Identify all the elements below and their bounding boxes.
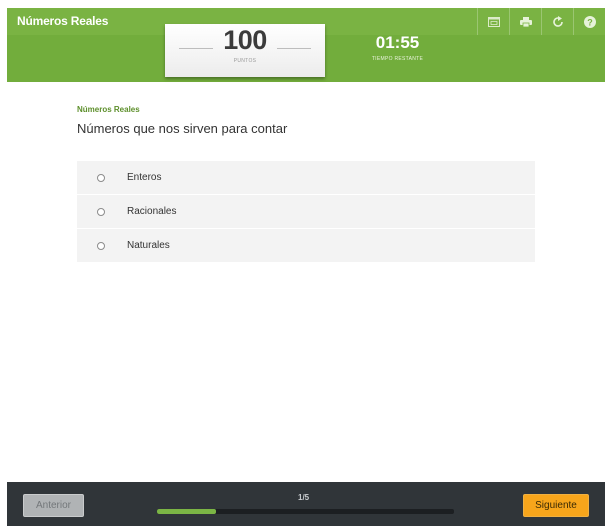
- progress-fill: [157, 509, 217, 514]
- timer-label: TIEMPO RESTANTE: [371, 56, 424, 62]
- next-button[interactable]: Siguiente: [523, 494, 589, 517]
- progress-text: 1/5: [298, 493, 310, 502]
- question-category: Números Reales: [77, 105, 140, 114]
- timer: 01:55 TIEMPO RESTANTE: [355, 33, 440, 62]
- quiz-app: Números Reales ? 100 PUNTOS 01:55 TIEMPO…: [0, 0, 612, 526]
- refresh-icon[interactable]: [541, 8, 573, 35]
- option-naturales[interactable]: Naturales: [77, 229, 535, 263]
- help-icon[interactable]: ?: [573, 8, 605, 35]
- option-label: Enteros: [127, 172, 162, 183]
- score-value: 100: [223, 25, 267, 55]
- answer-options: Enteros Racionales Naturales: [77, 161, 535, 263]
- question-text: Números que nos sirven para contar: [77, 121, 288, 136]
- svg-text:?: ?: [587, 17, 593, 27]
- option-racionales[interactable]: Racionales: [77, 195, 535, 229]
- option-label: Naturales: [127, 240, 170, 251]
- option-enteros[interactable]: Enteros: [77, 161, 535, 195]
- print-icon[interactable]: [509, 8, 541, 35]
- progress-track: [157, 509, 454, 514]
- radio-button[interactable]: [97, 207, 105, 216]
- option-label: Racionales: [127, 206, 177, 217]
- previous-button[interactable]: Anterior: [23, 494, 84, 517]
- footer-bar: Anterior 1/5 Siguiente: [7, 482, 605, 526]
- score-label: PUNTOS: [233, 58, 257, 64]
- timer-value: 01:55: [375, 33, 420, 52]
- window-icon[interactable]: [477, 8, 509, 35]
- radio-button[interactable]: [97, 173, 105, 182]
- radio-button[interactable]: [97, 241, 105, 250]
- app-title: Números Reales: [17, 14, 109, 28]
- header-icons: ?: [477, 8, 605, 35]
- score-card: 100 PUNTOS: [165, 24, 325, 77]
